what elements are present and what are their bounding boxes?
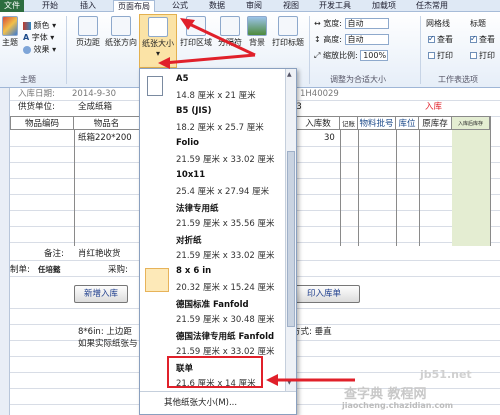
- watermark-title: 查字典 教程网: [344, 387, 427, 402]
- arrow-to-page-layout: [184, 20, 256, 57]
- annotation-arrows: [158, 18, 355, 386]
- arrow-head-icon: [158, 57, 170, 69]
- arrow-head-icon: [266, 374, 278, 386]
- watermark-url: jiaocheng.chazidian.com: [342, 401, 454, 410]
- arrow-to-paper-size: [163, 53, 256, 65]
- watermark-site: jb51.net: [420, 368, 472, 381]
